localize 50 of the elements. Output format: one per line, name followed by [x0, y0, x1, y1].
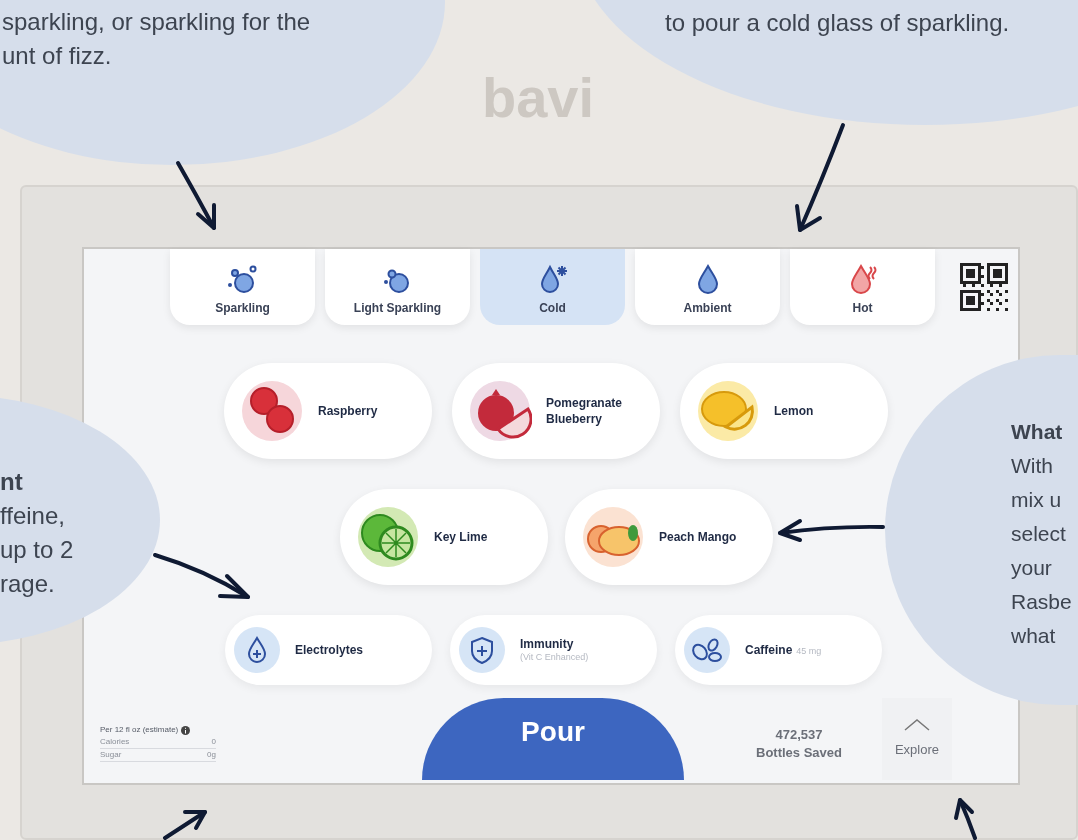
shield-plus-icon — [458, 626, 506, 674]
callout-text: select — [1011, 521, 1067, 547]
bottles-saved-count: 472,537 — [775, 726, 823, 744]
plus-drop-icon — [233, 626, 281, 674]
callout-text: your — [1011, 555, 1053, 581]
nutrition-value: 0 — [211, 736, 216, 748]
callout-text: Rasbe — [1011, 589, 1073, 615]
pour-button[interactable]: Pour — [422, 698, 684, 780]
nutrition-value: 0g — [207, 749, 216, 761]
arrow — [954, 798, 977, 840]
chevron-up-icon — [903, 718, 931, 733]
boost-button[interactable]: Electrolytes — [225, 615, 432, 685]
flavor-button[interactable]: Lemon — [680, 363, 888, 459]
temperature-tab[interactable]: Sparkling — [170, 249, 315, 325]
callout-text: rage. — [0, 569, 56, 599]
callout-text: With — [1011, 453, 1054, 479]
coffee-beans-icon — [683, 626, 731, 674]
flavor-button[interactable]: Pomegranate Blueberry — [452, 363, 660, 459]
boost-button[interactable]: Immunity (Vit C Enhanced) — [450, 615, 657, 685]
nutrition-label: Sugar — [100, 749, 122, 761]
info-icon — [181, 725, 191, 735]
arrow — [176, 161, 216, 230]
boost-button[interactable]: Caffeine 45 mg — [675, 615, 882, 685]
explore-button[interactable]: Explore — [882, 698, 952, 780]
boost-detail: 45 mg — [796, 645, 822, 657]
boost-name: Immunity — [520, 637, 575, 651]
callout-text: unt of fizz. — [2, 41, 113, 71]
qr-code — [960, 263, 1008, 311]
boost-name: Caffeine — [745, 643, 793, 657]
nutrition-label: Calories — [100, 736, 130, 748]
callout-text: what — [1011, 623, 1057, 649]
callout-text: sparkling, or sparkling for the — [2, 7, 312, 37]
temperature-tab[interactable]: Ambient — [635, 249, 780, 325]
temperature-tab[interactable]: Light Sparkling — [325, 249, 470, 325]
flavor-button[interactable]: Raspberry — [224, 363, 432, 459]
boost-detail: (Vit C Enhanced) — [520, 651, 589, 663]
flavor-button[interactable]: Key Lime — [340, 489, 548, 585]
callout-text: to pour a cold glass of sparkling. — [665, 8, 1011, 38]
callout-text: ffeine, — [0, 501, 66, 531]
nutrition-heading: Per 12 fl oz (estimate) — [100, 724, 179, 736]
flavor-button[interactable]: Peach Mango — [565, 489, 773, 585]
temperature-tab[interactable]: Cold — [480, 249, 625, 325]
boost-name: Electrolytes — [295, 643, 364, 657]
bottles-saved-label: Bottles Saved — [756, 744, 842, 762]
callout-heading: nt — [0, 467, 24, 497]
callout-heading: What — [1011, 419, 1064, 445]
callout-text: mix u — [1011, 487, 1063, 513]
temperature-tab[interactable]: Hot — [790, 249, 935, 325]
callout-text: up to 2 — [0, 535, 75, 565]
arrow — [163, 810, 207, 840]
